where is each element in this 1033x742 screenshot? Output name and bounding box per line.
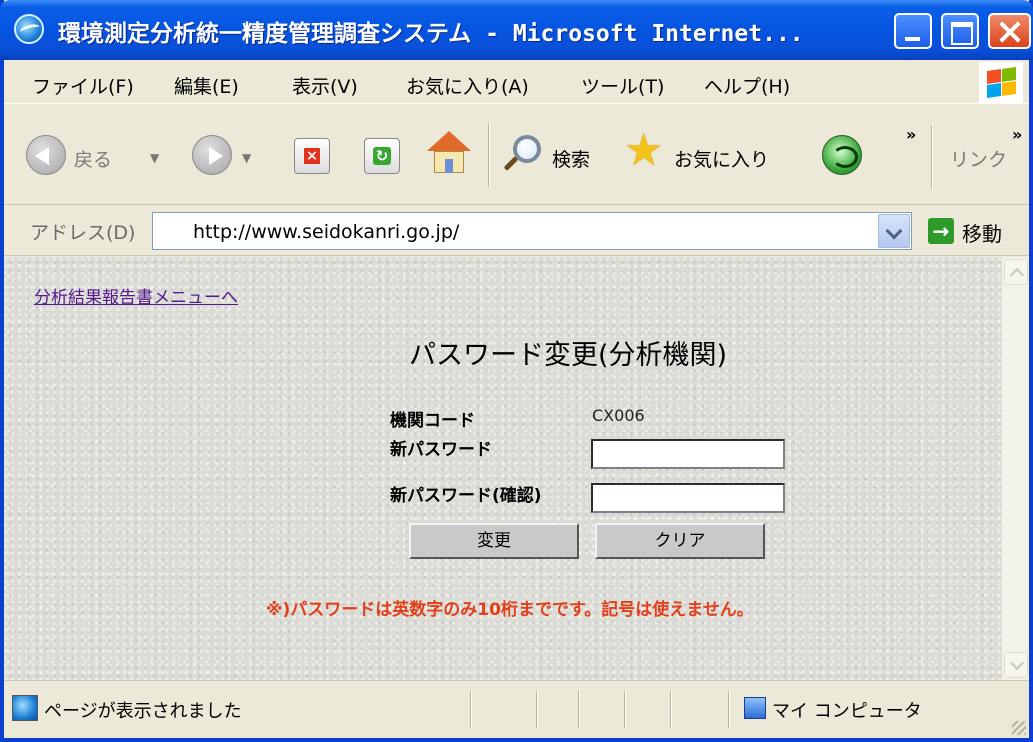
- org-code-value: CX006: [592, 406, 645, 425]
- history-icon[interactable]: [822, 135, 862, 175]
- minimize-button[interactable]: [894, 13, 932, 49]
- resize-grip-icon[interactable]: [1012, 721, 1026, 735]
- page-title: パスワード変更(分析機関): [409, 340, 728, 371]
- address-dropdown-icon[interactable]: [878, 214, 910, 248]
- search-icon[interactable]: [501, 133, 545, 177]
- refresh-icon[interactable]: ↻: [364, 138, 400, 174]
- status-divider: [578, 691, 580, 729]
- toolbar-overflow-icon[interactable]: »: [906, 125, 916, 144]
- search-button-label[interactable]: 検索: [552, 145, 590, 172]
- org-code-label: 機関コード: [390, 411, 475, 431]
- links-label[interactable]: リンク: [950, 145, 1007, 172]
- address-url[interactable]: http://www.seidokanri.go.jp/: [193, 221, 459, 243]
- back-dropdown-icon[interactable]: ▼: [150, 151, 159, 165]
- address-bar: アドレス(D) http://www.seidokanri.go.jp/ → 移…: [4, 206, 1029, 256]
- go-button-label[interactable]: 移動: [962, 218, 1002, 247]
- go-arrow-icon[interactable]: →: [928, 218, 954, 244]
- status-text: ページが表示されました: [44, 701, 242, 722]
- stop-icon[interactable]: ×: [294, 138, 330, 174]
- menu-view[interactable]: 表示(V): [292, 72, 358, 99]
- windows-logo-icon: [979, 62, 1023, 104]
- status-divider: [670, 691, 672, 729]
- close-button[interactable]: [988, 13, 1031, 49]
- menu-bar: ファイル(F) 編集(E) 表示(V) お気に入り(A) ツール(T) ヘルプ(…: [4, 60, 1029, 104]
- toolbar-divider: [931, 125, 933, 189]
- forward-dropdown-icon[interactable]: ▼: [242, 151, 251, 165]
- status-divider: [624, 691, 626, 729]
- menu-favorites[interactable]: お気に入り(A): [406, 72, 529, 99]
- maximize-button[interactable]: [941, 13, 979, 49]
- title-bar[interactable]: 環境測定分析統一精度管理調査システム - Microsoft Internet.…: [0, 0, 1033, 60]
- toolbar-separator: [488, 123, 490, 187]
- toolbar: 戻る ▼ ▼ × ↻ 検索 ★ お気に入り » リンク »: [4, 105, 1029, 205]
- security-zone-text: マイ コンピュータ: [772, 701, 922, 722]
- page-content: 分析結果報告書メニューへ パスワード変更(分析機関) 機関コード CX006 新…: [4, 257, 1001, 680]
- ie-logo-icon: [14, 14, 44, 44]
- clear-button[interactable]: クリア: [595, 523, 765, 559]
- back-arrow-icon[interactable]: [26, 135, 66, 175]
- new-password-field[interactable]: [591, 439, 785, 469]
- address-input[interactable]: http://www.seidokanri.go.jp/: [152, 212, 912, 250]
- vertical-scrollbar[interactable]: [1001, 257, 1029, 680]
- window-title: 環境測定分析統一精度管理調査システム - Microsoft Internet.…: [58, 21, 804, 47]
- home-icon[interactable]: [427, 131, 471, 175]
- change-button[interactable]: 変更: [409, 523, 579, 559]
- menu-help[interactable]: ヘルプ(H): [704, 72, 790, 99]
- address-label: アドレス(D): [30, 222, 136, 244]
- page-status-icon: [12, 695, 38, 721]
- browser-window: 環境測定分析統一精度管理調査システム - Microsoft Internet.…: [0, 0, 1033, 742]
- report-menu-link[interactable]: 分析結果報告書メニューへ: [34, 283, 238, 308]
- status-divider: [536, 691, 538, 729]
- my-computer-icon: [744, 697, 766, 719]
- forward-arrow-icon[interactable]: [192, 135, 232, 175]
- status-divider: [728, 691, 730, 729]
- scroll-down-icon[interactable]: [1004, 652, 1028, 678]
- status-bar: ページが表示されました マイ コンピュータ: [4, 680, 1029, 738]
- confirm-password-label: 新パスワード(確認): [390, 486, 542, 506]
- status-divider: [470, 691, 472, 729]
- back-button-label[interactable]: 戻る: [74, 145, 112, 172]
- menu-tools[interactable]: ツール(T): [581, 72, 664, 99]
- confirm-password-field[interactable]: [591, 483, 785, 513]
- menu-file[interactable]: ファイル(F): [32, 72, 134, 99]
- links-overflow-icon[interactable]: »: [1012, 125, 1022, 144]
- favorites-button-label[interactable]: お気に入り: [674, 145, 769, 172]
- new-password-label: 新パスワード: [390, 440, 492, 460]
- favorites-star-icon[interactable]: ★: [624, 129, 663, 173]
- scroll-up-icon[interactable]: [1004, 259, 1028, 285]
- password-rule-note: ※)パスワードは英数字のみ10桁までです。記号は使えません。: [266, 600, 754, 620]
- menu-edit[interactable]: 編集(E): [174, 72, 239, 99]
